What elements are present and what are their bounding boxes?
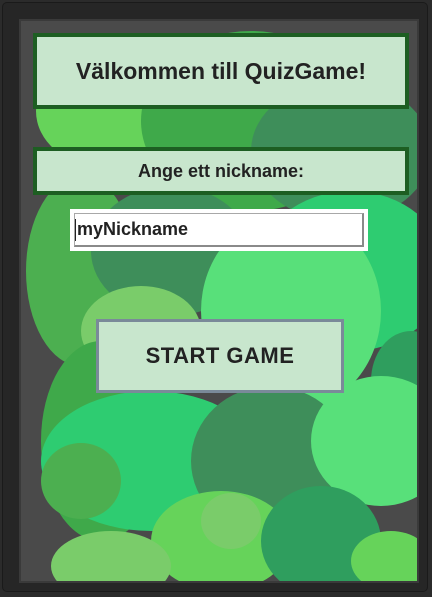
text-caret bbox=[75, 219, 76, 241]
nickname-input[interactable] bbox=[74, 213, 364, 247]
app-window: Välkommen till QuizGame! Ange ett nickna… bbox=[3, 3, 427, 591]
welcome-title: Välkommen till QuizGame! bbox=[33, 33, 409, 109]
nickname-field-wrapper bbox=[70, 209, 368, 251]
background-bubble bbox=[41, 443, 121, 519]
nickname-prompt-label: Ange ett nickname: bbox=[33, 147, 409, 195]
game-stage: Välkommen till QuizGame! Ange ett nickna… bbox=[19, 19, 419, 583]
start-game-button[interactable]: START GAME bbox=[96, 319, 344, 393]
background-bubble bbox=[201, 493, 261, 549]
